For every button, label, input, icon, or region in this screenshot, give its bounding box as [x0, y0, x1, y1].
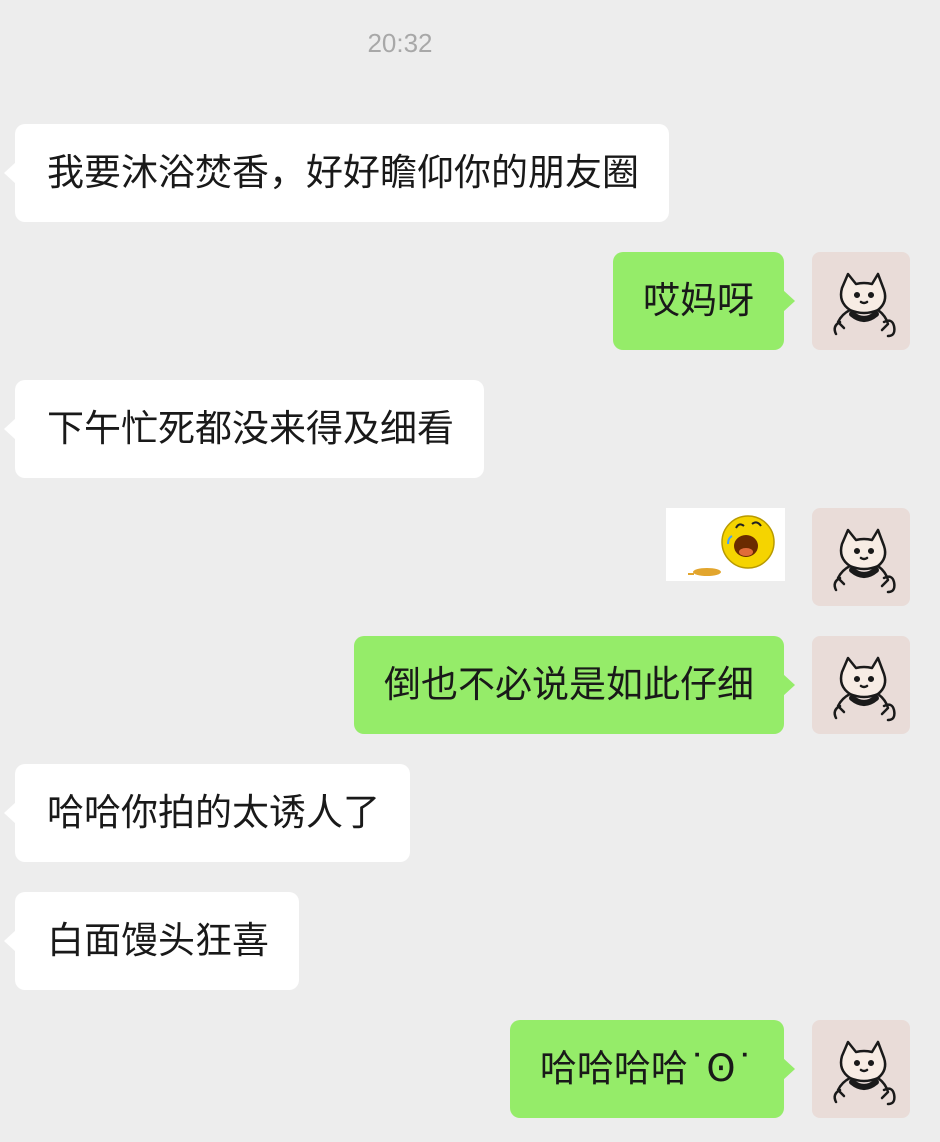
cat-avatar-icon [833, 1040, 896, 1106]
my-avatar[interactable] [812, 252, 910, 350]
laughing-emoji-sticker[interactable] [666, 508, 785, 581]
my-avatar[interactable] [812, 636, 910, 734]
my-avatar[interactable] [812, 1020, 910, 1118]
outgoing-message-bubble[interactable]: 哎妈呀 [613, 252, 795, 350]
outgoing-message-bubble[interactable]: 倒也不必说是如此仔细 [354, 636, 795, 734]
chat-timestamp: 20:32 [367, 28, 433, 58]
cat-avatar-icon [833, 656, 896, 722]
outgoing-message-bubble[interactable]: 哈哈哈哈˙Ꙩ˙ [509, 1020, 796, 1118]
incoming-message-bubble[interactable]: 下午忙死都没来得及细看 [4, 380, 484, 478]
my-avatar[interactable] [812, 508, 910, 606]
cat-avatar-icon [833, 272, 896, 338]
incoming-message-bubble[interactable]: 白面馒头狂喜 [4, 892, 299, 990]
cat-avatar-icon [833, 528, 896, 594]
incoming-message-bubble[interactable]: 哈哈你拍的太诱人了 [4, 764, 410, 862]
incoming-message-bubble[interactable]: 我要沐浴焚香，好好瞻仰你的朋友圈 [4, 124, 669, 222]
